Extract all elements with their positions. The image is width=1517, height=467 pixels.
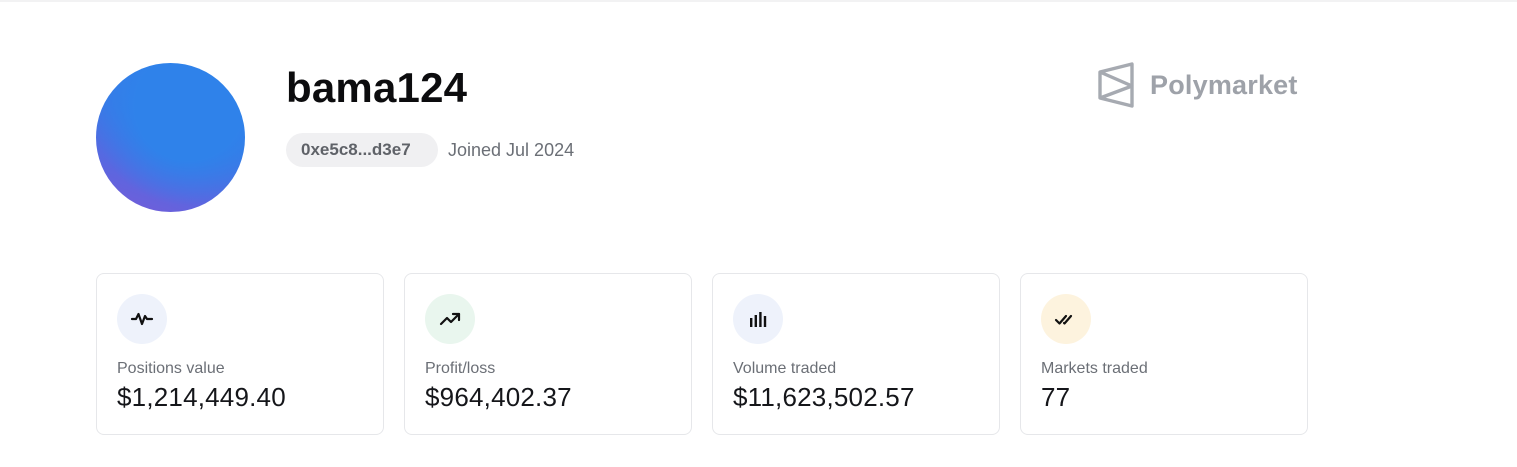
stat-card-markets-traded: Markets traded 77 (1020, 273, 1308, 435)
joined-date: Joined Jul 2024 (448, 140, 575, 160)
polymarket-logo-icon (1098, 62, 1134, 108)
brand-name: Polymarket (1150, 69, 1298, 100)
stat-value: $11,623,502.57 (733, 382, 915, 412)
stat-value: $1,214,449.40 (117, 382, 286, 412)
profile-username: bama124 (286, 64, 468, 111)
brand-link[interactable]: Polymarket (1096, 62, 1298, 108)
top-divider (0, 0, 1517, 2)
bar-chart-icon (733, 294, 783, 344)
stat-label: Markets traded (1041, 360, 1148, 377)
stat-label: Positions value (117, 360, 225, 377)
stats-row: Positions value $1,214,449.40 Profit/los… (96, 273, 1308, 435)
profile-page: bama124 0xe5c8...d3e7 Joined Jul 2024 Po… (0, 0, 1517, 467)
stat-card-profit-loss: Profit/loss $964,402.37 (404, 273, 692, 435)
stat-value: $964,402.37 (425, 382, 572, 412)
wallet-address-pill[interactable]: 0xe5c8...d3e7 (286, 133, 438, 167)
avatar (96, 63, 245, 212)
activity-icon (117, 294, 167, 344)
stat-label: Volume traded (733, 360, 837, 377)
stat-label: Profit/loss (425, 360, 496, 377)
stat-card-volume-traded: Volume traded $11,623,502.57 (712, 273, 1000, 435)
trending-up-icon (425, 294, 475, 344)
stat-value: 77 (1041, 382, 1071, 412)
double-check-icon (1041, 294, 1091, 344)
stat-card-positions-value: Positions value $1,214,449.40 (96, 273, 384, 435)
